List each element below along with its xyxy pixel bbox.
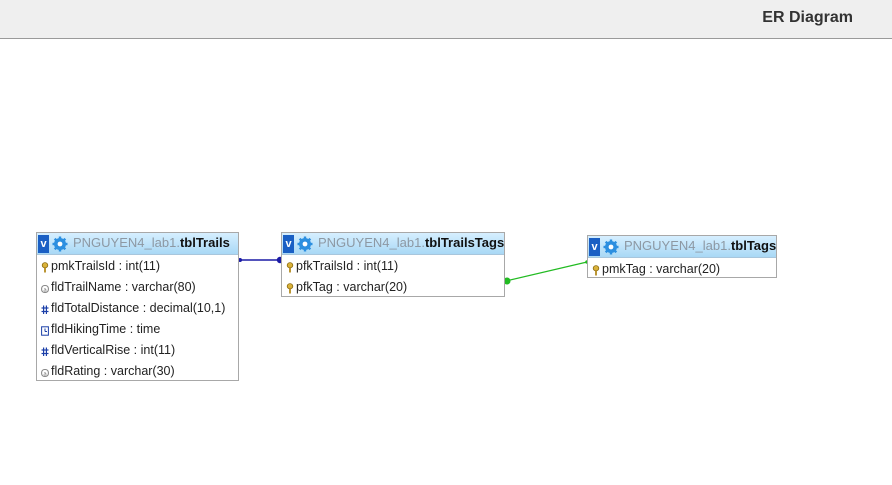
chevron-down-icon[interactable]: v	[38, 235, 49, 253]
table-header[interactable]: v PNGUYEN4_lab1.tblTrailsTags	[282, 233, 504, 255]
table-header[interactable]: v PNGUYEN4_lab1.tblTags	[588, 236, 776, 258]
chevron-down-icon[interactable]: v	[283, 235, 294, 253]
table-name[interactable]: PNGUYEN4_lab1.tblTrailsTags	[318, 235, 504, 251]
svg-text:a: a	[43, 288, 46, 294]
relation-trails-to-trailstags[interactable]	[238, 256, 284, 264]
column-label: fldHikingTime : time	[51, 322, 161, 336]
key-icon	[592, 265, 600, 276]
database-name: PNGUYEN4_lab1.	[73, 235, 180, 250]
gear-icon	[297, 236, 313, 252]
table-name[interactable]: PNGUYEN4_lab1.tblTrails	[73, 235, 230, 251]
column-label: fldTotalDistance : decimal(10,1)	[51, 301, 226, 315]
column-label: fldRating : varchar(30)	[51, 364, 175, 378]
table-tblTrails[interactable]: v PNGUYEN4_lab1.tblTrails pmkTrailsId : …	[36, 232, 239, 381]
column-label: fldTrailName : varchar(80)	[51, 280, 196, 294]
time-field-icon	[41, 326, 49, 336]
column-label: pmkTrailsId : int(11)	[51, 259, 161, 273]
column-label: pfkTag : varchar(20)	[296, 280, 408, 294]
key-icon	[286, 283, 294, 294]
column-row[interactable]: pmkTrailsId : int(11)	[37, 256, 238, 277]
column-row[interactable]: a fldRating : varchar(30)	[37, 361, 238, 382]
column-label: pfkTrailsId : int(11)	[296, 259, 399, 273]
gear-icon	[52, 236, 68, 252]
column-row[interactable]: pfkTag : varchar(20)	[282, 277, 504, 298]
chevron-down-icon[interactable]: v	[589, 238, 600, 256]
table-title: tblTrailsTags	[424, 235, 504, 250]
key-icon	[41, 262, 49, 273]
database-name: PNGUYEN4_lab1.	[318, 235, 425, 250]
text-field-icon: a	[41, 368, 49, 378]
numeric-field-icon	[41, 347, 49, 356]
text-field-icon: a	[41, 284, 49, 294]
column-row[interactable]: fldHikingTime : time	[37, 319, 238, 340]
numeric-field-icon	[41, 305, 49, 314]
gear-icon	[603, 239, 619, 255]
table-name[interactable]: PNGUYEN4_lab1.tblTags	[624, 238, 776, 254]
column-label: fldVerticalRise : int(11)	[51, 343, 176, 357]
column-row[interactable]: pfkTrailsId : int(11)	[282, 256, 504, 277]
table-title: tblTrails	[179, 235, 230, 250]
diagram-canvas: v PNGUYEN4_lab1.tblTrails pmkTrailsId : …	[0, 39, 892, 485]
column-label: pmkTag : varchar(20)	[602, 262, 721, 276]
table-tblTags[interactable]: v PNGUYEN4_lab1.tblTags pmkTag : varchar…	[587, 235, 777, 278]
table-header[interactable]: v PNGUYEN4_lab1.tblTrails	[37, 233, 238, 255]
top-bar: ER Diagram	[0, 0, 892, 39]
svg-text:a: a	[43, 372, 46, 378]
database-name: PNGUYEN4_lab1.	[624, 238, 731, 253]
relation-trailstags-to-tags[interactable]	[503, 260, 589, 285]
key-icon	[286, 262, 294, 273]
column-row[interactable]: fldVerticalRise : int(11)	[37, 340, 238, 361]
column-row[interactable]: a fldTrailName : varchar(80)	[37, 277, 238, 298]
table-title: tblTags	[730, 238, 776, 253]
column-row[interactable]: pmkTag : varchar(20)	[588, 259, 776, 280]
table-tblTrailsTags[interactable]: v PNGUYEN4_lab1.tblTrailsTags pfkTrailsI…	[281, 232, 505, 297]
column-row[interactable]: fldTotalDistance : decimal(10,1)	[37, 298, 238, 319]
page-title: ER Diagram	[762, 9, 853, 26]
